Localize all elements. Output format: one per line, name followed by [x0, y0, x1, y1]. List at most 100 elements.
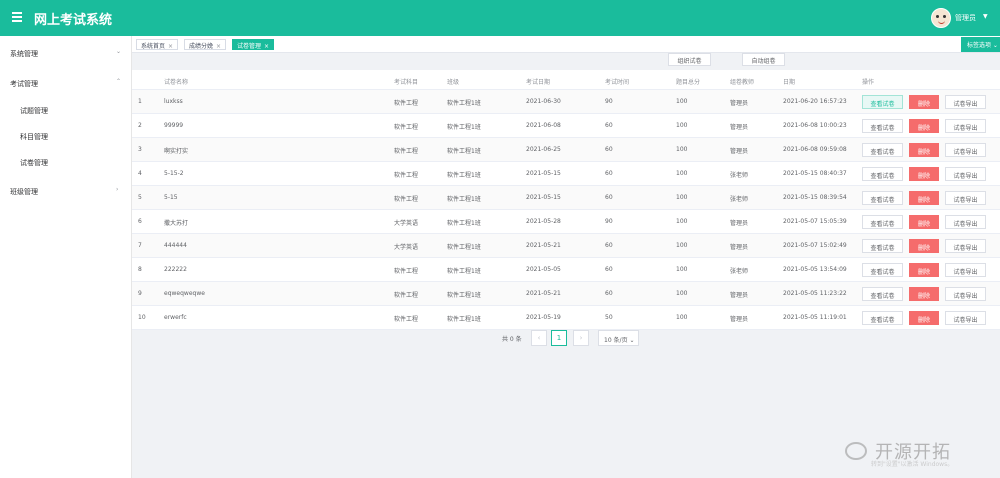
tab-options-button[interactable]: 标签选项 ⌄ [961, 37, 1000, 52]
delete-button[interactable]: 删除 [909, 263, 939, 277]
tab-papers[interactable]: 试卷管理 × [232, 39, 275, 50]
view-paper-button[interactable]: 查看试卷 [862, 263, 903, 277]
view-paper-button[interactable]: 查看试卷 [862, 95, 903, 109]
export-paper-button[interactable]: 试卷导出 [945, 239, 986, 253]
column-header: 考试时间 [605, 79, 630, 86]
auto-paper-button[interactable]: 自动组卷 [742, 53, 785, 66]
page-number-button[interactable]: 1 [551, 330, 567, 346]
export-paper-button[interactable]: 试卷导出 [945, 287, 986, 301]
table-cell: 软件工程 [394, 268, 419, 275]
table-cell: 9 [138, 290, 142, 297]
table-cell: 2021-06-20 16:57:23 [783, 98, 847, 105]
chevron-down-icon: ⌄ [116, 48, 122, 55]
export-paper-button[interactable]: 试卷导出 [945, 311, 986, 325]
view-paper-button[interactable]: 查看试卷 [862, 215, 903, 229]
table-cell: 2021-05-07 15:02:49 [783, 242, 847, 249]
column-header: 考试日期 [526, 79, 551, 86]
sidebar-item-label: 考试管理 [10, 80, 38, 88]
view-paper-button[interactable]: 查看试卷 [862, 143, 903, 157]
table-cell: 60 [605, 194, 613, 201]
pagination-total: 共 0 条 [502, 336, 522, 343]
table-cell: 软件工程 [394, 100, 419, 107]
table-cell: 60 [605, 242, 613, 249]
table-cell: 2021-05-05 11:23:22 [783, 290, 847, 297]
table-cell: 60 [605, 170, 613, 177]
close-icon[interactable]: × [264, 43, 269, 50]
activation-notice: 转到"设置"以激活 Windows。 [871, 461, 954, 468]
sidebar-item-questions[interactable]: 试题管理 [0, 97, 132, 123]
avatar[interactable] [931, 8, 951, 28]
table-cell: 8 [138, 266, 142, 273]
table-cell: 2021-05-28 [526, 218, 561, 225]
table-cell: 5 [138, 194, 142, 201]
delete-button[interactable]: 删除 [909, 311, 939, 325]
manual-paper-button[interactable]: 组织试卷 [668, 53, 711, 66]
close-icon[interactable]: × [168, 43, 173, 50]
table-cell: 管理员 [730, 316, 749, 323]
table-cell: 2021-05-15 [526, 194, 561, 201]
table-cell: 2021-06-30 [526, 98, 561, 105]
username-label[interactable]: 管理员 [955, 13, 976, 23]
hamburger-menu-icon[interactable] [12, 12, 22, 22]
table-cell: 软件工程1班 [447, 124, 481, 131]
delete-button[interactable]: 删除 [909, 95, 939, 109]
table-cell: 100 [676, 242, 688, 249]
table-cell: 软件工程 [394, 172, 419, 179]
user-dropdown-icon[interactable]: ▼ [983, 13, 988, 20]
delete-button[interactable]: 删除 [909, 167, 939, 181]
table-row: 8 222222 软件工程 软件工程1班 2021-05-05 60 100 张老师 2021-… [132, 258, 1000, 282]
sidebar-item-classes[interactable]: 班级管理 › [0, 178, 132, 204]
table-cell: 100 [676, 266, 688, 273]
page-size-select[interactable]: 10 条/页 ⌄ [598, 330, 639, 346]
sidebar-item-label: 班级管理 [10, 188, 38, 196]
close-icon[interactable]: × [216, 43, 221, 50]
delete-button[interactable]: 删除 [909, 287, 939, 301]
sidebar-item-papers[interactable]: 试卷管理 [0, 149, 132, 175]
delete-button[interactable]: 删除 [909, 119, 939, 133]
view-paper-button[interactable]: 查看试卷 [862, 239, 903, 253]
table-cell: 管理员 [730, 292, 749, 299]
table-cell: 90 [605, 98, 613, 105]
tab-home[interactable]: 系统首页 × [136, 39, 179, 50]
delete-button[interactable]: 删除 [909, 143, 939, 157]
export-paper-button[interactable]: 试卷导出 [945, 119, 986, 133]
sidebar-item-system[interactable]: 系统管理 ⌄ [0, 40, 132, 66]
table-cell: 软件工程 [394, 292, 419, 299]
table-cell: 张老师 [730, 172, 749, 179]
view-paper-button[interactable]: 查看试卷 [862, 119, 903, 133]
export-paper-button[interactable]: 试卷导出 [945, 95, 986, 109]
view-paper-button[interactable]: 查看试卷 [862, 191, 903, 205]
sidebar-item-exam[interactable]: 考试管理 ⌃ [0, 70, 132, 96]
view-paper-button[interactable]: 查看试卷 [862, 311, 903, 325]
table-cell: 撒大苏打 [164, 220, 189, 227]
export-paper-button[interactable]: 试卷导出 [945, 215, 986, 229]
export-paper-button[interactable]: 试卷导出 [945, 263, 986, 277]
prev-page-button[interactable]: ‹ [531, 330, 547, 346]
export-paper-button[interactable]: 试卷导出 [945, 191, 986, 205]
table-cell: 2021-06-25 [526, 146, 561, 153]
table-cell: 100 [676, 122, 688, 129]
table-cell: 大学英语 [394, 244, 419, 251]
column-header: 日期 [783, 79, 796, 86]
table-cell: 2021-06-08 09:59:08 [783, 146, 847, 153]
tab-label: 试卷管理 [237, 43, 262, 50]
next-page-button[interactable]: › [573, 330, 589, 346]
export-paper-button[interactable]: 试卷导出 [945, 167, 986, 181]
table-cell: 2021-05-21 [526, 242, 561, 249]
table-cell: 软件工程1班 [447, 172, 481, 179]
tab-bar: 系统首页 × 成绩分娩 × 试卷管理 × [132, 36, 1000, 53]
view-paper-button[interactable]: 查看试卷 [862, 287, 903, 301]
delete-button[interactable]: 删除 [909, 191, 939, 205]
tab-label: 成绩分娩 [189, 43, 214, 50]
delete-button[interactable]: 删除 [909, 215, 939, 229]
table-row: 5 5-15 软件工程 软件工程1班 2021-05-15 60 100 张老师 2021-05… [132, 186, 1000, 210]
sidebar-item-label: 系统管理 [10, 50, 38, 58]
table-cell: 10 [138, 314, 146, 321]
table-cell: 软件工程1班 [447, 100, 481, 107]
delete-button[interactable]: 删除 [909, 239, 939, 253]
view-paper-button[interactable]: 查看试卷 [862, 167, 903, 181]
tab-grades[interactable]: 成绩分娩 × [184, 39, 227, 50]
sidebar-item-subjects[interactable]: 科目管理 [0, 123, 132, 149]
table-header: 试卷名称 考试科目 班级 考试日期 考试时间 题目总分 组卷教师 日期 操作 [132, 70, 1000, 90]
export-paper-button[interactable]: 试卷导出 [945, 143, 986, 157]
